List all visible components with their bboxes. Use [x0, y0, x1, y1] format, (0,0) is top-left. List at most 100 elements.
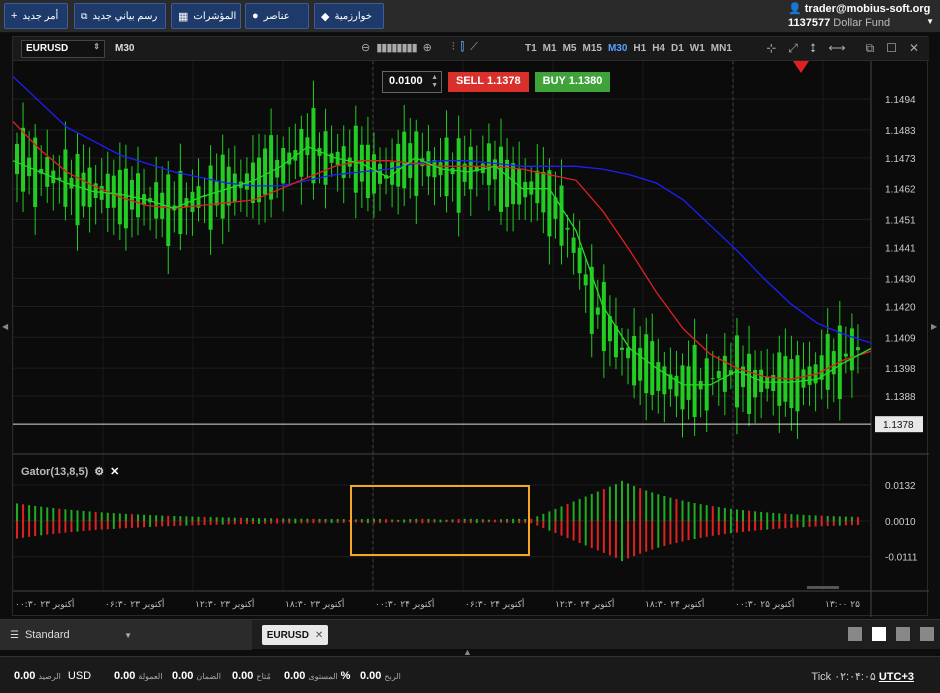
candle-body — [559, 185, 564, 246]
maximize-icon[interactable]: ☐ — [886, 41, 897, 56]
x-tick-label: ۱۳:۰۰ ۲۵ — [825, 600, 860, 610]
x-tick-label: ۱۲:۳۰ ۲۳ أكتوبر — [195, 598, 254, 610]
chart-toolbar: EURUSD ⇕ M30 ⊖ ▮▮▮▮▮▮▮▮ ⊕ ⫶ ⫿ ⟋ T1 M1 M5 M1… — [13, 37, 929, 61]
algorithm-label: خوارزمية — [334, 10, 372, 22]
layout-rows-icon[interactable] — [920, 627, 934, 641]
symbol-tab[interactable]: EURUSD ✕ — [262, 625, 328, 645]
alligator-line-3 — [13, 145, 872, 386]
close-icon[interactable]: ✕ — [909, 41, 919, 56]
sell-label: SELL — [456, 75, 484, 87]
candle-body — [347, 157, 352, 167]
symbol-value: EURUSD — [26, 43, 69, 54]
buy-button[interactable]: BUY 1.1380 — [534, 72, 611, 92]
level-unit: % — [340, 670, 351, 682]
timeframe-t1[interactable]: T1 — [525, 43, 537, 54]
timeframe-m1[interactable]: M1 — [543, 43, 557, 54]
candle-body — [93, 183, 98, 198]
objects-label: عناصر — [263, 10, 290, 22]
template-selector[interactable]: ☰ Standard ▼ — [0, 620, 252, 650]
candle-body — [432, 160, 437, 178]
candle-body — [160, 192, 165, 219]
chevron-down-icon[interactable]: ▼ — [926, 17, 934, 29]
level-field: 0.00 المستوى % — [284, 670, 350, 682]
account-email: trader@mobius-soft.org — [804, 3, 931, 15]
timeframe-h1[interactable]: H1 — [633, 43, 646, 54]
candle-body — [710, 378, 715, 380]
tick-time: Tick ۰۲:۰۴:۰۵ UTC+3 — [811, 670, 914, 683]
new-chart-button[interactable]: ⧉ رسم بياني جديد — [74, 3, 166, 29]
gear-icon[interactable]: ⚙ — [94, 465, 104, 478]
candle-body — [716, 370, 721, 379]
chart-right-tools: ⊹ ⤢ ⭥ ⟷ ⧉ ☐ ✕ — [766, 41, 919, 56]
candle-body — [232, 173, 237, 203]
timeframe-m15[interactable]: M15 — [582, 43, 601, 54]
layout-single-icon[interactable] — [848, 627, 862, 641]
tick-time-value: ۰۲:۰۴:۰۵ — [834, 671, 876, 683]
candle-body — [154, 182, 159, 219]
currency: USD — [67, 670, 92, 682]
timezone-selector[interactable]: UTC+3 — [879, 671, 914, 683]
new-order-button[interactable]: + أمر جديد — [4, 3, 68, 29]
symbol-tab-label: EURUSD — [266, 629, 309, 641]
auto-scroll-icon[interactable]: ⤢ — [788, 41, 798, 56]
timeframe-m30[interactable]: M30 — [608, 43, 627, 54]
horizontal-line-icon[interactable]: ⟷ — [828, 41, 845, 56]
timeframe-w1[interactable]: W1 — [690, 43, 705, 54]
candle-body — [87, 167, 92, 208]
right-collapse-arrow-icon[interactable]: ▶ — [931, 322, 937, 331]
timeframe-m5[interactable]: M5 — [563, 43, 577, 54]
layout-columns-icon[interactable] — [896, 627, 910, 641]
bar-chart-icon[interactable]: ⫶ — [452, 41, 455, 54]
candle-body — [311, 107, 316, 184]
candle-body — [75, 154, 80, 226]
timeframe-d1[interactable]: D1 — [671, 43, 684, 54]
timeframe-mn1[interactable]: MN1 — [711, 43, 732, 54]
candle-body — [226, 166, 231, 206]
zoom-slider[interactable]: ▮▮▮▮▮▮▮▮ — [376, 41, 417, 54]
candle-body — [353, 125, 358, 193]
commission-label: العمولة — [138, 672, 163, 681]
price-chart[interactable]: 1.1494 1.1483 1.1473 1.1462 1.1451 1.1441 1.14… — [13, 61, 929, 617]
candle-body — [601, 281, 606, 352]
indicators-button[interactable]: ▦ المؤشرات — [171, 3, 241, 29]
timeframe-h4[interactable]: H4 — [652, 43, 665, 54]
candle-body — [305, 137, 310, 156]
candle-body — [263, 148, 268, 195]
zoom-in-icon[interactable]: ⊕ — [423, 41, 432, 54]
symbol-selector[interactable]: EURUSD ⇕ — [21, 40, 105, 58]
lot-size-input[interactable]: 0.0100 ▲ ▼ — [382, 71, 442, 93]
account-menu[interactable]: 👤 trader@mobius-soft.org 1137577 Dollar … — [788, 2, 934, 29]
indicators-label: المؤشرات — [193, 10, 237, 22]
chart-icon: ⧉ — [81, 10, 88, 21]
commission-value: 0.00 — [114, 670, 136, 682]
layout-switcher — [848, 627, 934, 641]
layout-grid-icon[interactable] — [872, 627, 886, 641]
candle-body — [686, 366, 691, 400]
vertical-line-icon[interactable]: ⭥ — [810, 41, 816, 56]
close-icon[interactable]: ✕ — [315, 630, 323, 641]
tick-label: Tick — [811, 671, 832, 683]
account-id: 1137577 — [788, 17, 831, 29]
candle-body — [801, 369, 806, 388]
objects-button[interactable]: ● عناصر — [245, 3, 309, 29]
candle-body — [190, 191, 195, 212]
candle-body — [529, 181, 534, 195]
new-order-label: أمر جديد — [22, 10, 59, 22]
zoom-out-icon[interactable]: ⊖ — [361, 41, 370, 54]
algorithm-button[interactable]: ◆ خوارزمية — [314, 3, 384, 29]
line-chart-icon[interactable]: ⟋ — [470, 41, 478, 54]
candle-body — [765, 376, 770, 389]
detach-icon[interactable]: ⧉ — [866, 41, 875, 56]
level-value: 0.00 — [284, 670, 306, 682]
close-icon[interactable]: ✕ — [110, 465, 119, 478]
sell-button[interactable]: SELL 1.1378 — [448, 72, 529, 92]
candle-body — [166, 174, 171, 247]
candle-chart-icon[interactable]: ⫿ — [461, 41, 465, 54]
crosshair-icon[interactable]: ⊹ — [766, 41, 776, 56]
plus-icon: + — [11, 10, 18, 22]
spinner-icon[interactable]: ▲ ▼ — [431, 74, 438, 90]
candle-body — [595, 307, 600, 315]
left-collapse-arrow-icon[interactable]: ◀ — [2, 322, 8, 331]
y-tick-label: 1.1462 — [885, 185, 916, 196]
current-price-label: 1.1378 — [883, 420, 914, 431]
